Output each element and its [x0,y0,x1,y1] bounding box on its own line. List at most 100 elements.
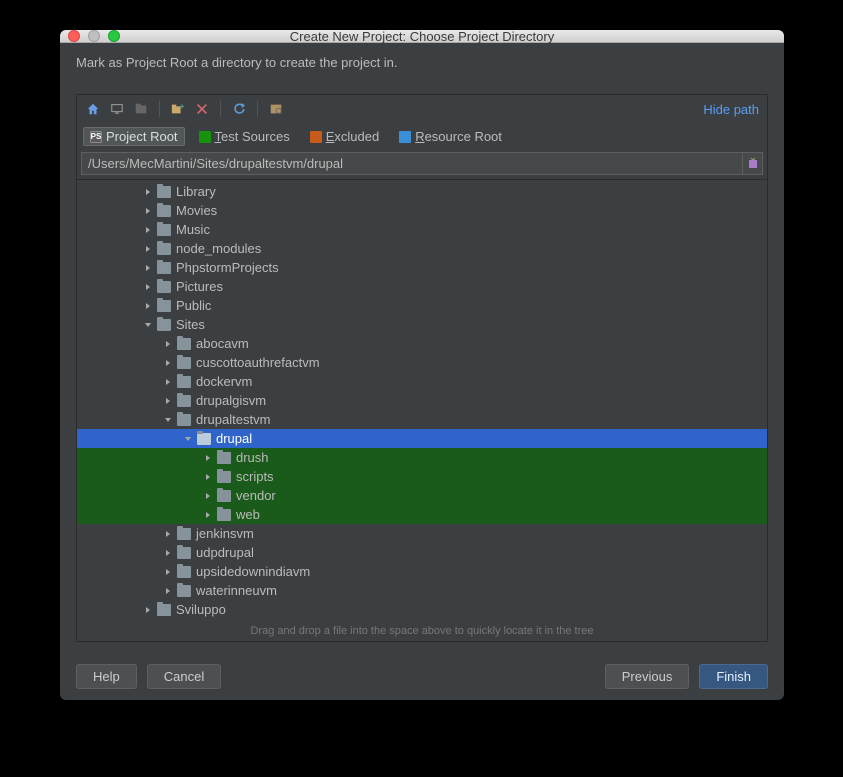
path-input[interactable] [81,152,743,175]
chevron-right-icon[interactable] [163,377,173,387]
chevron-right-icon[interactable] [143,206,153,216]
folder-icon [217,490,231,502]
directory-tree[interactable]: Library Movies Musicnode_modulesPhpstormPr… [77,179,767,619]
tree-node[interactable]: udpdrupal [77,543,767,562]
resource-root-icon [399,131,411,143]
folder-icon [177,357,191,369]
tree-node[interactable]: dockervm [77,372,767,391]
chevron-right-icon[interactable] [203,453,213,463]
chevron-right-icon[interactable] [163,567,173,577]
close-window-button[interactable] [68,30,80,42]
new-folder-icon[interactable]: + [170,101,186,117]
tree-node-label: cuscottoauthrefactvm [196,355,320,370]
tree-node[interactable]: cuscottoauthrefactvm [77,353,767,372]
svg-text:+: + [180,102,185,111]
folder-icon [177,528,191,540]
tree-node[interactable]: Library [77,182,767,201]
refresh-icon[interactable] [231,101,247,117]
project-root-chip[interactable]: PS Project Root [83,127,185,146]
chevron-right-icon[interactable] [163,339,173,349]
tree-node[interactable]: drupalgisvm [77,391,767,410]
resource-root-chip[interactable]: Resource Root [393,128,508,145]
tree-node[interactable]: node_modules [77,239,767,258]
tree-node[interactable]: drupaltestvm [77,410,767,429]
chevron-down-icon[interactable] [143,320,153,330]
maximize-window-button[interactable] [108,30,120,42]
tree-node[interactable]: waterinneuvm [77,581,767,600]
tree-node[interactable]: Public [77,296,767,315]
show-hidden-icon[interactable] [268,101,284,117]
folder-icon [157,243,171,255]
chip-label: Excluded [326,129,379,144]
tree-node[interactable]: drupal [77,429,767,448]
tree-node[interactable]: PhpstormProjects [77,258,767,277]
folder-icon [177,566,191,578]
delete-icon[interactable] [194,101,210,117]
chevron-down-icon[interactable] [163,415,173,425]
chevron-right-icon[interactable] [143,263,153,273]
tree-node-label: upsidedownindiavm [196,564,310,579]
tree-node[interactable]: jenkinsvm [77,524,767,543]
finish-button[interactable]: Finish [699,664,768,689]
previous-button[interactable]: Previous [605,664,690,689]
test-sources-chip[interactable]: Test Sources [193,128,296,145]
chevron-down-icon[interactable] [183,434,193,444]
chevron-right-icon[interactable] [143,225,153,235]
traffic-lights [68,30,120,42]
chevron-right-icon[interactable] [143,282,153,292]
desktop-icon[interactable] [109,101,125,117]
directory-panel: + Hide path [76,94,768,642]
toolbar-separator [159,101,160,117]
minimize-window-button[interactable] [88,30,100,42]
chevron-right-icon[interactable] [163,529,173,539]
folder-icon [157,604,171,616]
instruction-text: Mark as Project Root a directory to crea… [60,43,784,70]
cancel-button[interactable]: Cancel [147,664,221,689]
tree-node-label: Movies [176,203,217,218]
toolbar-separator [220,101,221,117]
folder-icon [157,281,171,293]
tree-node[interactable]: Pictures [77,277,767,296]
tree-node-label: Sviluppo [176,602,226,617]
tree-node[interactable]: scripts [77,467,767,486]
tree-node-label: web [236,507,260,522]
chevron-right-icon[interactable] [203,491,213,501]
chevron-right-icon[interactable] [143,244,153,254]
tree-node[interactable]: upsidedownindiavm [77,562,767,581]
tree-node[interactable]: web [77,505,767,524]
tree-node-label: drush [236,450,269,465]
project-icon[interactable] [133,101,149,117]
tree-node[interactable]: Sites [77,315,767,334]
chevron-right-icon[interactable] [163,586,173,596]
folder-icon [177,414,191,426]
hide-path-link[interactable]: Hide path [703,102,759,117]
chevron-right-icon[interactable] [143,187,153,197]
path-history-button[interactable] [743,152,763,175]
tree-node-label: waterinneuvm [196,583,277,598]
chevron-right-icon[interactable] [203,472,213,482]
tree-node[interactable]: vendor [77,486,767,505]
chevron-right-icon[interactable] [203,510,213,520]
folder-icon [177,395,191,407]
tree-node[interactable]: Sviluppo [77,600,767,619]
home-icon[interactable] [85,101,101,117]
tree-node-label: abocavm [196,336,249,351]
footer: Help Cancel Previous Finish [60,654,784,700]
tree-node[interactable]: Movies [77,201,767,220]
chevron-right-icon[interactable] [163,358,173,368]
tree-node-label: udpdrupal [196,545,254,560]
chevron-right-icon[interactable] [163,396,173,406]
excluded-chip[interactable]: Excluded [304,128,385,145]
tree-node-label: drupaltestvm [196,412,270,427]
dialog-window: Create New Project: Choose Project Direc… [60,30,784,700]
chip-label: Resource Root [415,129,502,144]
chevron-right-icon[interactable] [163,548,173,558]
chevron-right-icon[interactable] [143,605,153,615]
tree-node[interactable]: drush [77,448,767,467]
tree-node[interactable]: abocavm [77,334,767,353]
chevron-right-icon[interactable] [143,301,153,311]
project-root-badge-icon: PS [90,131,102,143]
help-button[interactable]: Help [76,664,137,689]
tree-node-label: Pictures [176,279,223,294]
tree-node[interactable]: Music [77,220,767,239]
